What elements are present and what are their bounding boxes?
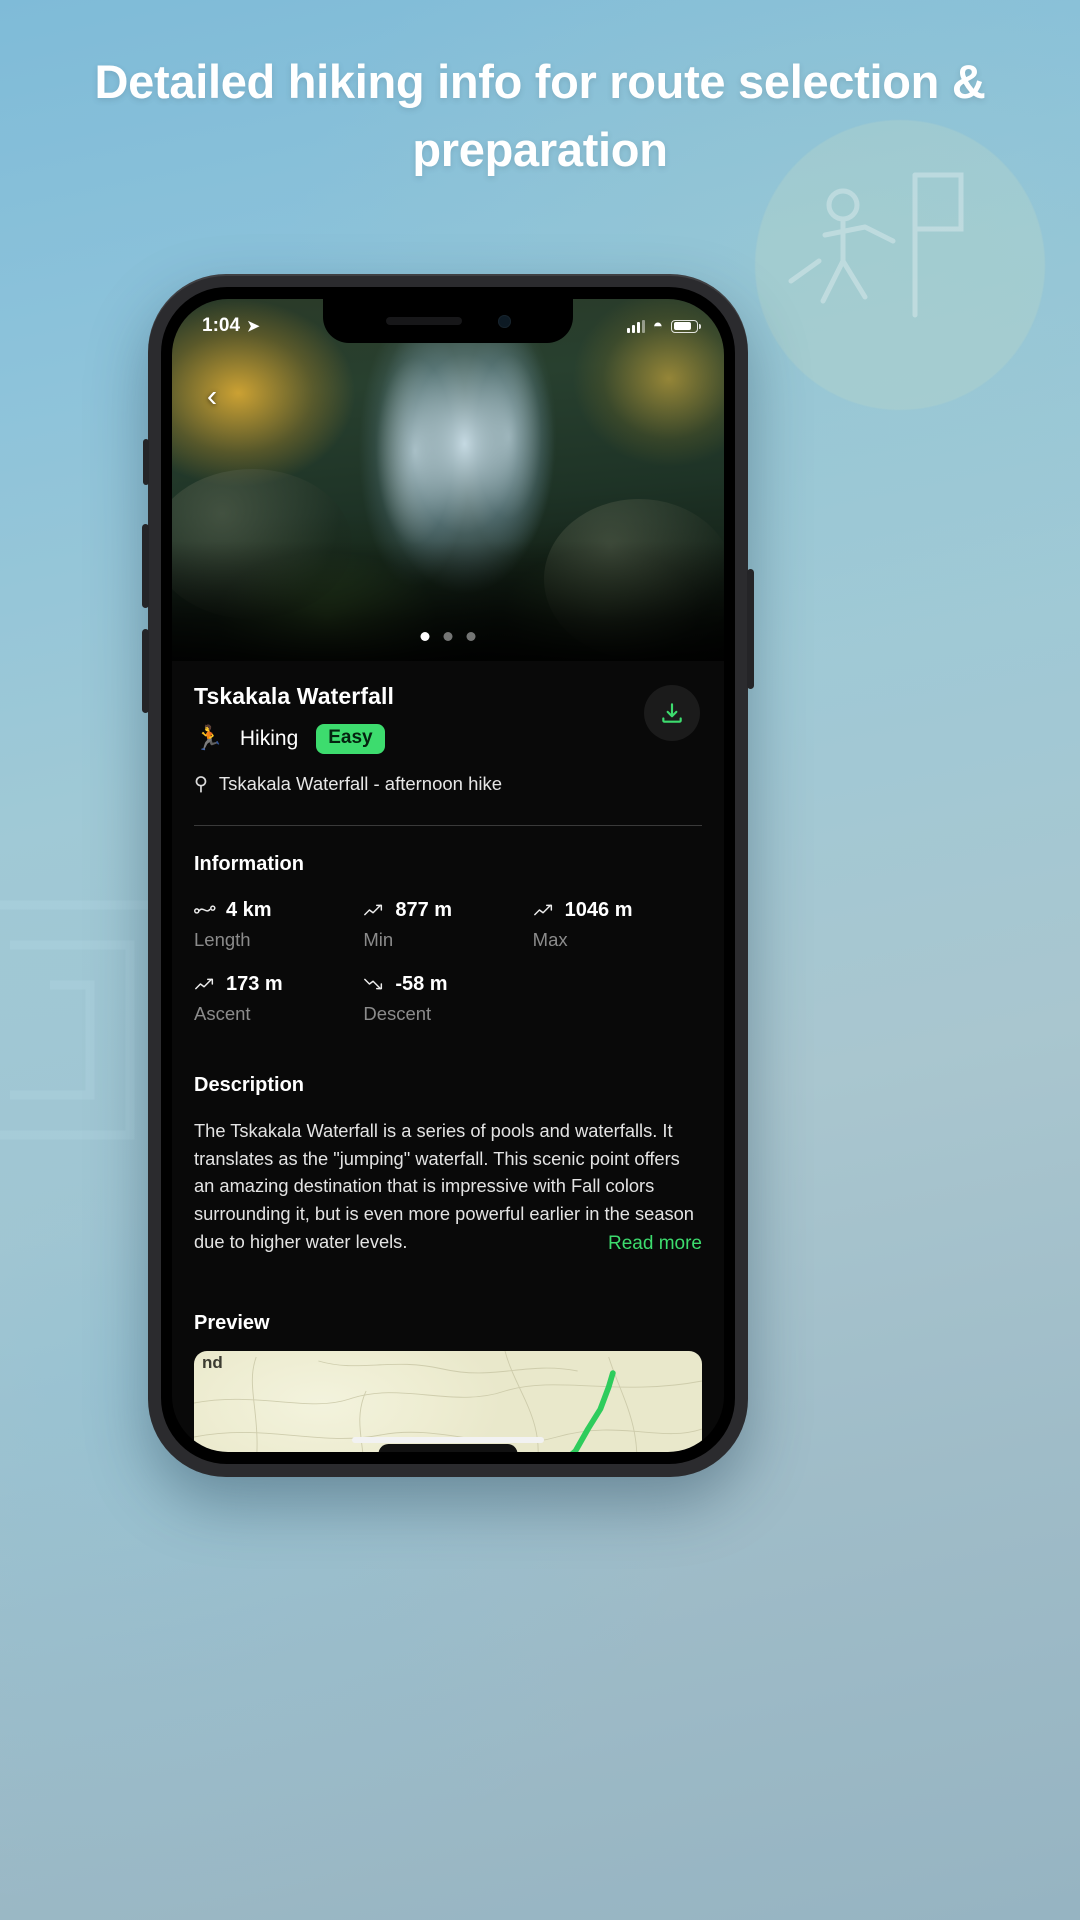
stat-value: -58 m (395, 972, 448, 995)
activity-label: Hiking (239, 726, 299, 750)
detail-sheet: Tskakala Waterfall 🏃 Hiking Easy ⚲ Tskak… (172, 661, 724, 1452)
phone-bezel: 1:04 ➤ ◓ ‹ Tskakala Waterfall 🏃 Hiking E… (161, 287, 735, 1464)
ascent-icon (363, 902, 385, 918)
length-icon (194, 903, 216, 917)
hiking-person-icon: 🏃 (194, 724, 224, 752)
stat-value: 1046 m (564, 898, 633, 921)
stat-length: 4 km Length (194, 899, 363, 951)
stat-ascent: 173 m Ascent (194, 973, 363, 1025)
home-indicator[interactable] (352, 1437, 544, 1443)
carousel-dot[interactable] (443, 632, 453, 641)
power-button[interactable] (747, 569, 754, 689)
route-pin-icon: ⚲ (194, 773, 208, 795)
volume-up-button[interactable] (142, 524, 149, 608)
stat-descent: -58 m Descent (363, 973, 532, 1025)
route-subtitle: ⚲ Tskakala Waterfall - afternoon hike (194, 773, 702, 796)
hero-gradient-overlay (172, 541, 724, 661)
carousel-dot[interactable] (420, 632, 430, 641)
route-name: Tskakala Waterfall - afternoon hike (218, 773, 503, 795)
phone-screen: 1:04 ➤ ◓ ‹ Tskakala Waterfall 🏃 Hiking E… (172, 299, 724, 1452)
information-heading: Information (194, 852, 304, 875)
back-arrow-icon[interactable]: ‹ (192, 375, 232, 415)
status-time: 1:04 (202, 315, 241, 336)
ascent-icon (533, 902, 555, 918)
stat-min: 877 m Min (363, 899, 532, 951)
stat-value: 4 km (226, 898, 272, 921)
stat-label: Ascent (194, 1002, 251, 1024)
activity-row: 🏃 Hiking Easy (194, 724, 702, 754)
description-heading: Description (194, 1073, 305, 1096)
download-icon (662, 703, 682, 723)
hero-photo: ‹ (172, 299, 724, 661)
front-camera (497, 314, 511, 328)
carousel-dot[interactable] (466, 632, 476, 641)
page-headline: Detailed hiking info for route selection… (94, 55, 986, 177)
background-hiker-illustration (788, 172, 964, 318)
earpiece-speaker (385, 317, 462, 325)
stat-label: Descent (363, 1002, 432, 1024)
notch (323, 299, 573, 343)
phone-mockup: 1:04 ➤ ◓ ‹ Tskakala Waterfall 🏃 Hiking E… (142, 274, 754, 1477)
description-body: The Tskakala Waterfall is a series of po… (194, 1117, 702, 1256)
download-button[interactable] (644, 685, 700, 741)
cellular-signal-icon (626, 319, 645, 333)
status-icons: ◓ (626, 316, 701, 336)
mute-switch[interactable] (143, 439, 149, 485)
wifi-icon: ◓ (652, 316, 663, 335)
read-more-link[interactable]: Read more (608, 1230, 702, 1259)
stat-label: Length (194, 928, 251, 950)
battery-icon (671, 319, 701, 333)
status-badge: Easy (316, 724, 385, 754)
stat-value: 877 m (395, 898, 453, 921)
descent-icon (363, 976, 385, 992)
information-stats: 4 km Length 877 m Min 1046 m Max 173 m A… (194, 899, 702, 1047)
stat-value: 173 m (226, 972, 283, 995)
ascent-icon (194, 976, 216, 992)
page-title: Tskakala Waterfall (194, 683, 394, 709)
stat-max: 1046 m Max (533, 899, 702, 951)
carousel-dots[interactable] (420, 632, 476, 641)
stat-label: Max (532, 928, 568, 950)
preview-heading: Preview (194, 1311, 270, 1334)
stat-label: Min (363, 928, 394, 950)
location-arrow-icon: ➤ (247, 318, 260, 335)
map-corner-label: nd (202, 1352, 223, 1372)
navigate-button[interactable]: Navigate (378, 1443, 518, 1452)
volume-down-button[interactable] (142, 629, 149, 713)
divider (194, 824, 702, 826)
